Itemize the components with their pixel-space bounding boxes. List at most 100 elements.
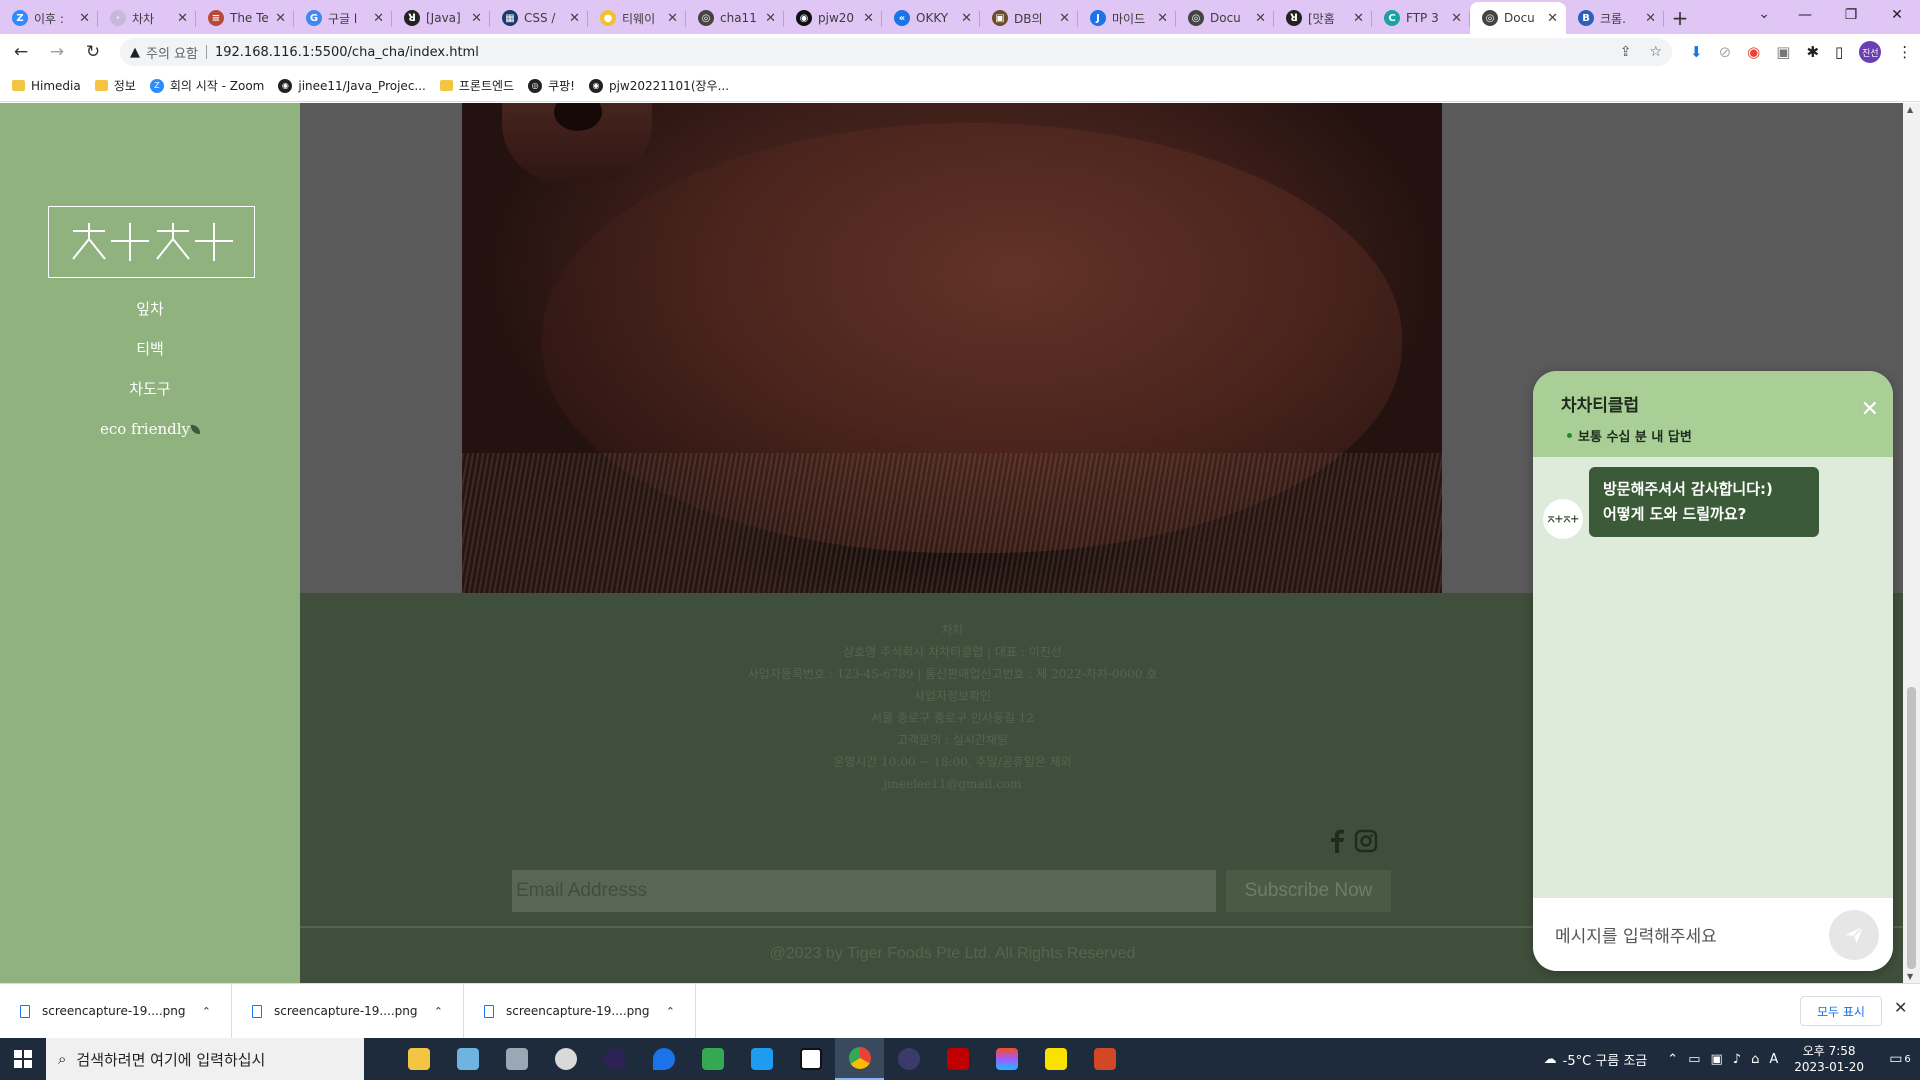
reload-icon[interactable]: ↻ (78, 37, 108, 67)
browser-tab[interactable]: J 마이드 ✕ (1078, 2, 1176, 34)
bookmark-label[interactable]: pjw20221101(장우... (609, 77, 729, 94)
show-all-downloads-button[interactable]: 모두 표시 (1800, 996, 1882, 1026)
download-filename[interactable]: screencapture-19....png (274, 1004, 422, 1018)
tab-title[interactable]: cha11 (720, 11, 761, 25)
tab-title[interactable]: pjw20 (818, 11, 859, 25)
tab-title[interactable]: 차차 (132, 10, 173, 27)
menu-item-label[interactable]: 잎차 (136, 300, 164, 318)
bookmark-label[interactable]: 정보 (114, 77, 136, 94)
tab-close-icon[interactable]: ✕ (863, 11, 874, 26)
chat-close-icon[interactable]: ✕ (1861, 397, 1879, 422)
page-scrollbar[interactable]: ▲ ▼ (1903, 103, 1920, 983)
chevron-up-icon[interactable]: ⌃ (202, 1005, 211, 1018)
browser-tab[interactable]: ◉ pjw20 ✕ (784, 2, 882, 34)
tab-search-icon[interactable]: ⌄ (1758, 6, 1770, 22)
tab-close-icon[interactable]: ✕ (177, 11, 188, 26)
tab-close-icon[interactable]: ✕ (275, 11, 286, 26)
browser-tab[interactable]: ▣ DB의 ✕ (980, 2, 1078, 34)
new-tab-button[interactable]: + (1664, 2, 1696, 34)
bookmark-item[interactable]: ◉ pjw20221101(장우... (588, 77, 729, 94)
maps-icon[interactable] (639, 1038, 688, 1080)
tab-close-icon[interactable]: ✕ (961, 11, 972, 26)
menu-item-label[interactable]: eco friendly (100, 420, 190, 438)
tab-title[interactable]: DB의 (1014, 10, 1055, 27)
bookmark-label[interactable]: 프론트엔드 (459, 77, 514, 94)
vscode-icon[interactable] (737, 1038, 786, 1080)
tab-title[interactable]: 이후 : (34, 10, 75, 27)
tab-close-icon[interactable]: ✕ (667, 11, 678, 26)
notepad-icon[interactable] (443, 1038, 492, 1080)
tab-close-icon[interactable]: ✕ (79, 11, 90, 26)
taskbar-search[interactable]: ⌕ 검색하려면 여기에 입력하십시 (46, 1038, 364, 1080)
tab-close-icon[interactable]: ✕ (1451, 11, 1462, 26)
ime-indicator[interactable]: A (1769, 1052, 1778, 1067)
tab-title[interactable]: 마이드 (1112, 10, 1153, 27)
browser-tab[interactable]: ◎ Docu ✕ (1470, 2, 1566, 34)
display-icon[interactable]: ▣ (1710, 1052, 1722, 1067)
calculator-icon[interactable] (492, 1038, 541, 1080)
browser-tab[interactable]: C FTP 3 ✕ (1372, 2, 1470, 34)
tab-title[interactable]: CSS / (524, 11, 565, 25)
tab-title[interactable]: FTP 3 (1406, 11, 1447, 25)
notification-center[interactable]: ▭ 6 (1880, 1038, 1920, 1080)
color-ext-icon[interactable]: ◉ (1747, 43, 1760, 61)
bookmark-star-icon[interactable]: ☆ (1649, 44, 1662, 60)
bookmark-item[interactable]: ◎ 쿠팡! (528, 77, 575, 94)
scroll-down-icon[interactable]: ▼ (1907, 972, 1913, 981)
compass-ext-icon[interactable]: ⊘ (1719, 43, 1732, 61)
tab-close-icon[interactable]: ✕ (1059, 11, 1070, 26)
back-icon[interactable]: ← (6, 37, 36, 67)
bookmark-label[interactable]: 쿠팡! (548, 77, 575, 94)
file-explorer-icon[interactable] (394, 1038, 443, 1080)
maximize-icon[interactable]: ❐ (1828, 0, 1874, 30)
figma-icon[interactable] (982, 1038, 1031, 1080)
browser-tab[interactable]: ꓤ [Java] ✕ (392, 2, 490, 34)
tab-close-icon[interactable]: ✕ (373, 11, 384, 26)
menu-item-label[interactable]: 티백 (136, 340, 164, 358)
tab-title[interactable]: [Java] (426, 11, 467, 25)
bookmark-item[interactable]: Z 회의 시작 - Zoom (149, 77, 265, 94)
download-filename[interactable]: screencapture-19....png (506, 1004, 654, 1018)
bookmark-label[interactable]: jinee11/Java_Projec... (298, 79, 426, 93)
scrollbar-thumb[interactable] (1907, 687, 1916, 969)
footer-business-info-link[interactable]: 사업자정보확인 (300, 685, 1605, 707)
tab-close-icon[interactable]: ✕ (1547, 11, 1558, 26)
eclipse-icon[interactable] (590, 1038, 639, 1080)
chevron-up-icon[interactable]: ⌃ (434, 1005, 443, 1018)
taskbar-search-placeholder[interactable]: 검색하려면 여기에 입력하십시 (76, 1049, 265, 1070)
browser-tab[interactable]: ◎ Docu ✕ (1176, 2, 1274, 34)
chat-message-input[interactable]: 메시지를 입력해주세요 (1555, 922, 1829, 947)
weather-text[interactable]: -5°C 구름 조금 (1563, 1050, 1648, 1069)
download-item[interactable]: screencapture-19....png ⌃ (232, 983, 464, 1039)
kakaotalk-icon[interactable] (1031, 1038, 1080, 1080)
bookmark-label[interactable]: 회의 시작 - Zoom (170, 77, 265, 94)
warning-icon[interactable]: ▲ (130, 45, 140, 60)
share-icon[interactable]: ⇪ (1620, 44, 1632, 60)
download-item[interactable]: screencapture-19....png ⌃ (0, 983, 232, 1039)
close-window-icon[interactable]: ✕ (1874, 0, 1920, 30)
start-button[interactable] (0, 1038, 46, 1080)
subscribe-button[interactable]: Subscribe Now (1226, 870, 1391, 912)
tab-close-icon[interactable]: ✕ (1645, 11, 1656, 26)
url-text[interactable]: 192.168.116.1:5500/cha_cha/index.html (215, 45, 479, 60)
browser-tab[interactable]: G 구글 l ✕ (294, 2, 392, 34)
eclipse-2-icon[interactable] (884, 1038, 933, 1080)
tab-title[interactable]: Docu (1210, 11, 1251, 25)
tab-title[interactable]: OKKY (916, 11, 957, 25)
sheets-icon[interactable] (688, 1038, 737, 1080)
download-ext-icon[interactable]: ⬇ (1690, 43, 1703, 61)
tab-close-icon[interactable]: ✕ (1255, 11, 1266, 26)
volume-icon[interactable]: ♪ (1733, 1052, 1741, 1067)
network-icon[interactable]: ▭ (1688, 1052, 1700, 1067)
forward-icon[interactable]: → (42, 37, 72, 67)
chevron-up-icon[interactable]: ⌃ (1667, 1052, 1678, 1067)
sidepanel-icon[interactable]: ▯ (1835, 43, 1843, 61)
extensions-puzzle-icon[interactable]: ✱ (1806, 43, 1819, 61)
wifi-icon[interactable]: ⌂ (1751, 1052, 1759, 1067)
tab-title[interactable]: 크롬. (1600, 10, 1641, 27)
browser-tab[interactable]: ꓤ [맛홈 ✕ (1274, 2, 1372, 34)
filezilla-icon[interactable] (933, 1038, 982, 1080)
bookmark-item[interactable]: 프론트엔드 (439, 77, 514, 94)
chevron-up-icon[interactable]: ⌃ (666, 1005, 675, 1018)
camera-ext-icon[interactable]: ▣ (1776, 43, 1790, 61)
